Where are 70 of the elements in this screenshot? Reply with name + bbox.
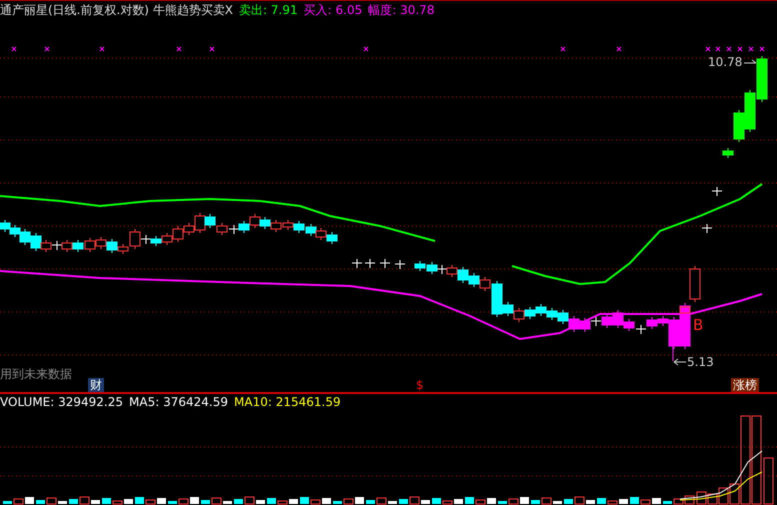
candlestick bbox=[524, 306, 536, 320]
candle-cross bbox=[636, 324, 646, 334]
candlestick bbox=[294, 220, 304, 234]
candlestick bbox=[106, 238, 118, 254]
candlestick bbox=[468, 272, 480, 288]
candlestick bbox=[306, 224, 316, 236]
candlestick bbox=[216, 222, 228, 236]
candle-cross bbox=[702, 224, 712, 234]
candle-cross bbox=[590, 316, 602, 326]
candlestick bbox=[414, 260, 426, 272]
event-marker: 财 bbox=[88, 378, 104, 392]
candle-cross bbox=[228, 224, 240, 234]
leader-line bbox=[744, 60, 756, 64]
volume-reading: VOLUME: 329492.25 bbox=[0, 395, 124, 410]
event-marker: 涨榜 bbox=[731, 378, 759, 392]
candlestick bbox=[96, 236, 106, 250]
candlestick bbox=[250, 214, 260, 228]
candlestick bbox=[204, 214, 216, 228]
candlestick bbox=[756, 56, 768, 102]
candlestick bbox=[446, 264, 458, 278]
candle-outline bbox=[680, 306, 690, 314]
candlestick bbox=[72, 240, 84, 252]
buy-signal: B bbox=[693, 318, 704, 333]
candlestick bbox=[546, 308, 558, 320]
price-label: 5.13 bbox=[687, 355, 714, 370]
candlestick bbox=[20, 228, 30, 246]
candlestick bbox=[282, 220, 294, 230]
candlestick bbox=[260, 216, 270, 230]
candle-cross bbox=[352, 258, 362, 268]
candle-cross bbox=[140, 234, 152, 244]
candlestick bbox=[150, 236, 162, 246]
volume-reading: MA5: 376424.59 bbox=[129, 395, 228, 410]
volume-reading: MA10: 215461.59 bbox=[234, 395, 341, 410]
candlestick bbox=[316, 228, 326, 240]
candle-wick bbox=[672, 346, 674, 362]
candlestick bbox=[426, 262, 438, 274]
candlestick bbox=[458, 266, 468, 284]
candlestick bbox=[602, 314, 612, 328]
chart-title: 通产丽星(日线.前复权.对数) 牛熊趋势买卖X bbox=[0, 3, 234, 18]
candlestick bbox=[744, 90, 756, 132]
candlestick bbox=[172, 226, 184, 242]
notice-text: 用到未来数据 bbox=[0, 367, 72, 382]
candlestick bbox=[646, 316, 658, 330]
indicator-reading: 卖出: 7.91 bbox=[239, 3, 298, 18]
candle-cross bbox=[364, 258, 376, 268]
price-label: 10.78 bbox=[708, 55, 742, 70]
candle-cross bbox=[712, 186, 722, 196]
candlestick bbox=[514, 308, 524, 322]
candlestick bbox=[690, 266, 700, 302]
candlestick bbox=[162, 232, 172, 246]
candle-cross bbox=[394, 260, 406, 270]
candlestick bbox=[10, 224, 20, 238]
candlestick bbox=[568, 316, 580, 332]
indicator-reading: 幅度: 30.78 bbox=[368, 3, 434, 18]
leader-line bbox=[674, 358, 686, 366]
candlestick bbox=[270, 220, 282, 232]
candle-cross bbox=[52, 240, 62, 250]
candlestick bbox=[580, 318, 590, 332]
candlestick bbox=[734, 110, 744, 142]
candle-cross bbox=[436, 264, 448, 274]
candlestick bbox=[84, 238, 96, 252]
candlestick bbox=[62, 240, 72, 252]
candle-cross bbox=[380, 258, 390, 268]
candlestick bbox=[238, 220, 250, 234]
candlestick bbox=[0, 220, 10, 232]
candlestick bbox=[326, 232, 338, 244]
indicator-reading: 买入: 6.05 bbox=[304, 3, 362, 18]
event-marker: $ bbox=[415, 378, 425, 392]
candlestick bbox=[536, 304, 546, 316]
candlestick bbox=[558, 310, 568, 324]
